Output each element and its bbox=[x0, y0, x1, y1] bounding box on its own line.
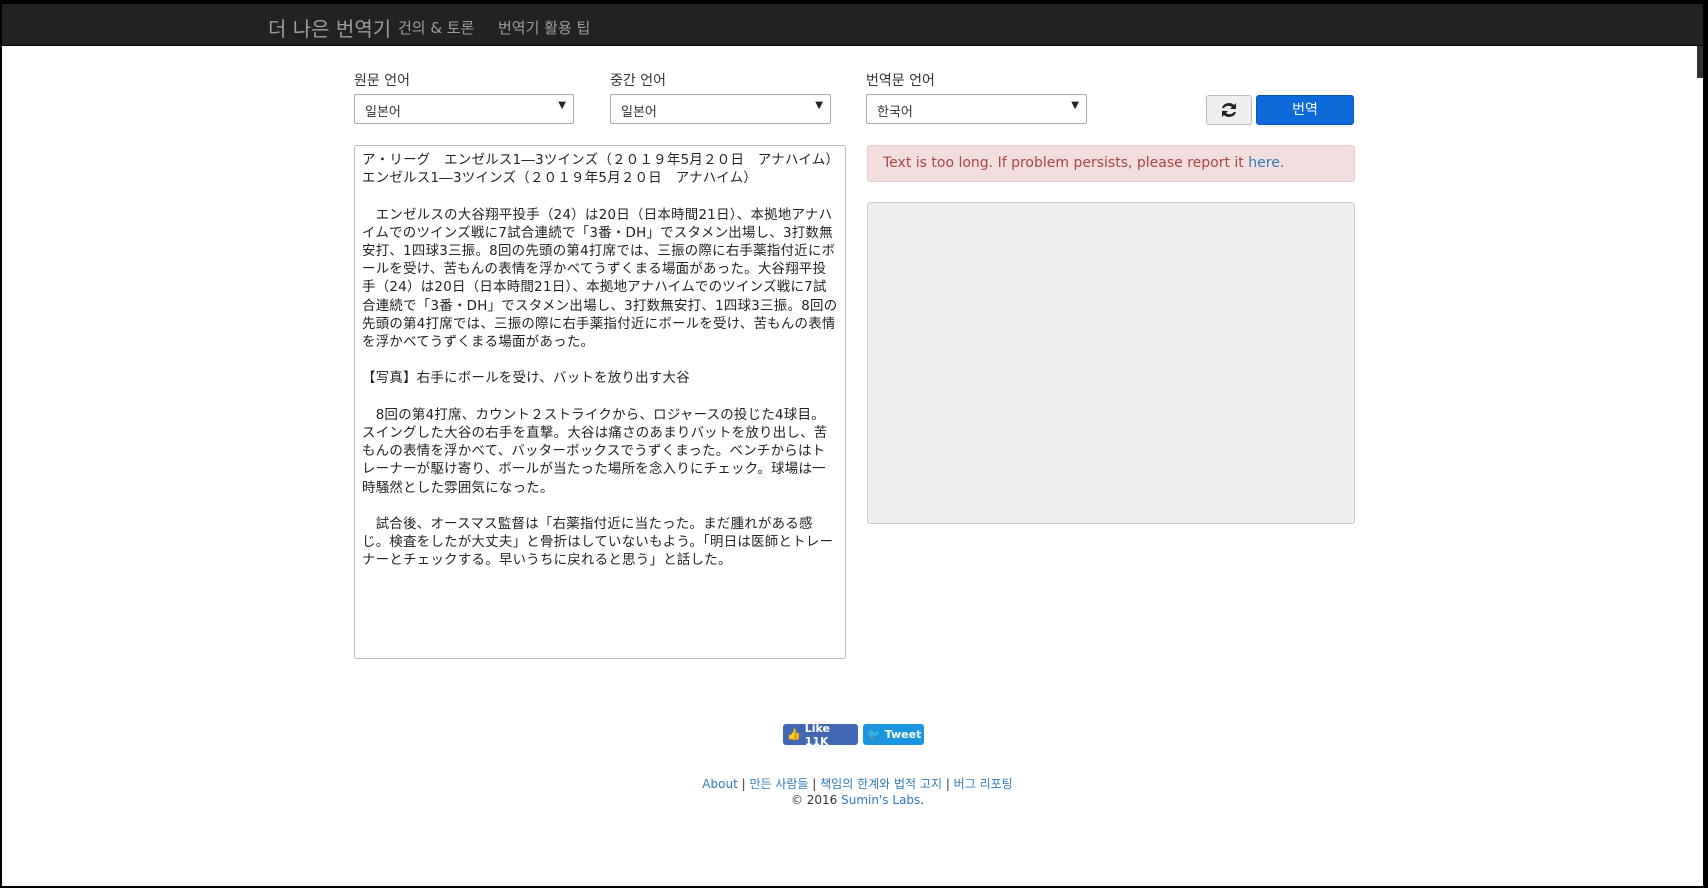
nav-link-tips[interactable]: 번역기 활용 팁 bbox=[498, 17, 590, 38]
nav-link-discussion[interactable]: 건의 & 토론 bbox=[398, 17, 474, 38]
middle-language-value: 일본어 bbox=[621, 105, 657, 120]
swap-languages-button[interactable] bbox=[1206, 95, 1252, 125]
source-paragraph: 試合後、オースマス監督は「右薬指付近に当たった。まだ腫れがある感じ。検査をしたが… bbox=[362, 517, 834, 569]
copyright: © 2016 Sumin's Labs. bbox=[790, 793, 925, 807]
thumbs-up-icon: 👍 bbox=[787, 728, 801, 741]
tweet-label: Tweet bbox=[884, 728, 922, 741]
top-navbar: 더 나은 번역기 건의 & 토론 번역기 활용 팁 bbox=[2, 4, 1703, 46]
translate-button[interactable]: 번역 bbox=[1256, 95, 1354, 125]
target-language-value: 한국어 bbox=[877, 105, 913, 120]
footer-link-creators[interactable]: 만든 사람들 bbox=[749, 777, 808, 791]
report-link[interactable]: here bbox=[1248, 155, 1280, 171]
source-language-select[interactable]: 일본어 ▼ bbox=[354, 94, 574, 124]
like-count: Like 11K bbox=[804, 721, 830, 748]
source-language-value: 일본어 bbox=[365, 105, 401, 120]
source-language-label: 원문 언어 bbox=[354, 73, 410, 89]
tweet-button[interactable]: 🐦 Tweet bbox=[863, 724, 924, 745]
facebook-like-button[interactable]: 👍 Like 11K bbox=[783, 721, 858, 748]
swap-icon bbox=[1222, 103, 1236, 117]
brand-logo[interactable]: 더 나은 번역기 bbox=[268, 13, 391, 42]
dropdown-arrow-icon: ▼ bbox=[558, 100, 566, 111]
scrollbar[interactable] bbox=[1697, 46, 1703, 78]
browser-page: 더 나은 번역기 건의 & 토론 번역기 활용 팁 원문 언어 일본어 ▼ 중간… bbox=[2, 4, 1703, 886]
dropdown-arrow-icon: ▼ bbox=[815, 100, 823, 111]
error-alert: Text is too long. If problem persists, p… bbox=[867, 145, 1355, 182]
footer-links: About | 만든 사람들 | 책임의 한계와 법적 고지 | 버그 리포팅 bbox=[702, 777, 1013, 791]
target-language-select[interactable]: 한국어 ▼ bbox=[866, 94, 1087, 124]
middle-language-label: 중간 언어 bbox=[610, 73, 666, 89]
source-paragraph: 8回の第4打席、カウント２ストライクから、ロジャースの投じた4球目。スイングした… bbox=[362, 407, 828, 496]
source-paragraph: 【写真】右手にボールを受け、バットを放り出す大谷 bbox=[362, 371, 690, 387]
target-language-label: 번역문 언어 bbox=[866, 73, 935, 89]
copyright-link[interactable]: Sumin's Labs bbox=[841, 793, 920, 807]
alert-suffix: . bbox=[1279, 155, 1285, 171]
translation-output[interactable] bbox=[867, 202, 1355, 524]
source-textarea[interactable]: ア・リーグ エンゼルス1―3ツインズ（２０１９年5月２０日 アナハイム）エンゼル… bbox=[354, 145, 846, 659]
dropdown-arrow-icon: ▼ bbox=[1071, 100, 1079, 111]
twitter-bird-icon: 🐦 bbox=[867, 728, 881, 741]
alert-message: Text is too long. If problem persists, p… bbox=[883, 155, 1249, 171]
source-paragraph: エンゼルスの大谷翔平投手（24）は20日（日本時間21日）、本拠地アナハイムでの… bbox=[362, 207, 838, 351]
footer-link-bug-report[interactable]: 버그 리포팅 bbox=[954, 777, 1013, 791]
source-paragraph: ア・リーグ エンゼルス1―3ツインズ（２０１９年5月２０日 アナハイム）エンゼル… bbox=[362, 153, 833, 187]
middle-language-select[interactable]: 일본어 ▼ bbox=[610, 94, 831, 124]
footer-link-legal[interactable]: 책임의 한계와 법적 고지 bbox=[820, 777, 942, 791]
footer-link-about[interactable]: About bbox=[702, 777, 737, 791]
